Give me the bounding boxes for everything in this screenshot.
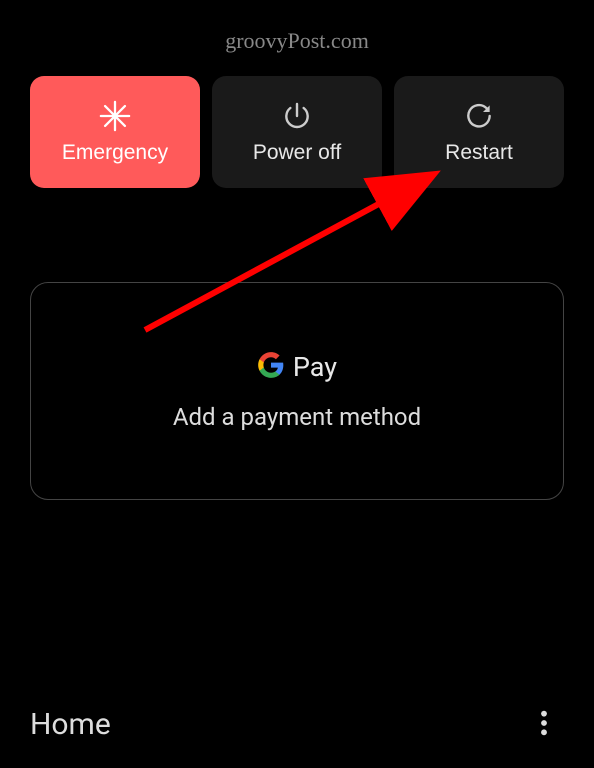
gpay-subtitle: Add a payment method	[173, 403, 421, 431]
emergency-icon	[98, 99, 132, 133]
home-label: Home	[30, 707, 111, 742]
gpay-brand-text: Pay	[293, 351, 337, 383]
more-vertical-icon	[540, 709, 548, 740]
power-off-button[interactable]: Power off	[212, 76, 382, 188]
restart-icon	[462, 99, 496, 133]
restart-button[interactable]: Restart	[394, 76, 564, 188]
power-icon	[280, 99, 314, 133]
more-button[interactable]	[524, 704, 564, 744]
watermark-text: groovyPost.com	[225, 28, 369, 54]
gpay-logo-row: Pay	[257, 351, 337, 383]
gpay-card[interactable]: Pay Add a payment method	[30, 282, 564, 500]
power-off-label: Power off	[253, 141, 341, 165]
restart-label: Restart	[445, 141, 513, 165]
emergency-button[interactable]: Emergency	[30, 76, 200, 188]
google-g-icon	[257, 351, 285, 383]
emergency-label: Emergency	[62, 141, 168, 165]
bottom-bar: Home	[0, 704, 594, 744]
